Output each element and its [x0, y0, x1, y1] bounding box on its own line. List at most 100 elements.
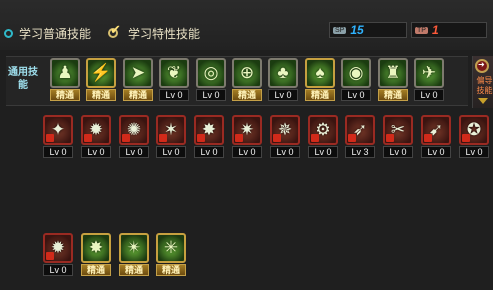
skill-icon-frame: ⚡	[86, 58, 116, 88]
skill-slot[interactable]: ✳ 精通	[156, 233, 186, 277]
class-skills-category-button[interactable]: 偏导技能	[472, 56, 493, 108]
skill-slot[interactable]: ⊕ 精通	[232, 58, 262, 102]
skill-slot[interactable]: ✪ Lv 0	[459, 115, 489, 159]
skill-slot[interactable]: ➤ 精通	[123, 58, 153, 102]
skill-slot[interactable]: ◎ Lv 0	[196, 58, 226, 102]
skill-icon-frame: ✶	[156, 115, 186, 145]
skill-slot[interactable]: ♟ 精通	[50, 58, 80, 102]
bow-icon: ➹	[428, 120, 444, 139]
skill-icon-frame: ➹	[421, 115, 451, 145]
skill-slot[interactable]: ♜ 精通	[378, 58, 408, 102]
skill-slot[interactable]: ✹ Lv 0	[81, 115, 111, 159]
vehicle-icon: ✹	[88, 120, 104, 139]
common-skills-category-label: 通用技能	[8, 67, 38, 91]
skill-level-label: Lv 0	[156, 146, 186, 158]
skill-icon-frame: ⚙	[308, 115, 338, 145]
skill-icon-frame: ♣	[268, 58, 298, 88]
skill-level-label: 精通	[50, 89, 80, 101]
dash-icon: ➤	[130, 63, 146, 82]
skill-slot[interactable]: ✵ Lv 0	[270, 115, 300, 159]
learn-trait-skills-label: 学习特性技能	[128, 27, 201, 41]
skill-slot[interactable]: ❦ Lv 0	[159, 58, 189, 102]
class-skills-category-label: 偏导技能	[476, 76, 493, 95]
skill-icon-frame: ❦	[159, 58, 189, 88]
learn-normal-skills-option[interactable]: 学习普通技能	[4, 25, 91, 42]
storm-icon: ✳	[163, 238, 179, 257]
spike-icon: ✷	[239, 120, 255, 139]
skill-slot[interactable]: ⚙ Lv 0	[308, 115, 338, 159]
skill-level-label: Lv 0	[43, 264, 73, 276]
skill-level-label: 精通	[305, 89, 335, 101]
skill-level-label: Lv 0	[308, 146, 338, 158]
skill-slot[interactable]: ✸ Lv 0	[194, 115, 224, 159]
starburst-icon: ✸	[88, 238, 104, 257]
skill-level-label: Lv 0	[414, 89, 444, 101]
learn-normal-skills-label: 学习普通技能	[19, 27, 92, 41]
skill-level-label: 精通	[156, 264, 186, 276]
skill-level-label: Lv 0	[159, 89, 189, 101]
radio-bullet-icon	[4, 29, 13, 38]
wings-icon: ❦	[166, 63, 182, 82]
triangle-down-icon	[478, 98, 488, 104]
swirl-icon: ✪	[466, 120, 482, 139]
skill-icon-frame: ♟	[50, 58, 80, 88]
skill-icon-frame: ✈	[414, 58, 444, 88]
skill-level-label: 精通	[119, 264, 149, 276]
skill-level-label: Lv 0	[268, 89, 298, 101]
skill-slot[interactable]: ✂ Lv 0	[383, 115, 413, 159]
skill-slot[interactable]: ➹ Lv 0	[421, 115, 451, 159]
skill-level-label: Lv 0	[459, 146, 489, 158]
skill-slot[interactable]: ✴ 精通	[119, 233, 149, 277]
skill-level-label: Lv 3	[345, 146, 375, 158]
skill-slot[interactable]: ◉ Lv 0	[341, 58, 371, 102]
skill-slot[interactable]: ✈ Lv 0	[414, 58, 444, 102]
skill-slot[interactable]: ✷ Lv 0	[232, 115, 262, 159]
skill-level-label: Lv 0	[43, 146, 73, 158]
scissors-icon: ✂	[390, 120, 406, 139]
skill-level-label: Lv 0	[196, 89, 226, 101]
skill-slot[interactable]: ➶ Lv 3	[345, 115, 375, 159]
tp-counter: TP 1	[411, 22, 487, 38]
armor-icon: ♜	[385, 63, 401, 82]
skill-icon-frame: ◎	[196, 58, 226, 88]
skill-slot[interactable]: ♠ 精通	[305, 58, 335, 102]
skill-icon-frame: ✵	[270, 115, 300, 145]
skill-icon-frame: ♠	[305, 58, 335, 88]
skill-level-label: Lv 0	[119, 146, 149, 158]
skill-slot[interactable]: ✸ 精通	[81, 233, 111, 277]
spark-icon: ✴	[126, 238, 142, 257]
skill-level-label: Lv 0	[421, 146, 451, 158]
skill-icon-frame: ➶	[345, 115, 375, 145]
skill-icon-frame: ✂	[383, 115, 413, 145]
crosshair-icon: ⊕	[239, 63, 255, 82]
skill-icon-frame: ◉	[341, 58, 371, 88]
fire-icon: ✸	[201, 120, 217, 139]
skill-slot[interactable]: ✹ Lv 0	[43, 233, 73, 277]
sp-tag: SP	[333, 26, 347, 34]
skill-icon-frame: ✸	[81, 233, 111, 263]
mushroom-icon: ♣	[277, 63, 289, 82]
skill-slot[interactable]: ✦ Lv 0	[43, 115, 73, 159]
skill-level-label: Lv 0	[270, 146, 300, 158]
cannon-icon: ✹	[50, 238, 66, 257]
skill-slot[interactable]: ♣ Lv 0	[268, 58, 298, 102]
arrow-icon	[475, 59, 489, 73]
target-icon: ◎	[203, 63, 219, 82]
slash-icon: ✶	[163, 120, 179, 139]
gear-shot-icon: ⚙	[315, 120, 331, 139]
skill-slot[interactable]: ✶ Lv 0	[156, 115, 186, 159]
sp-value: 15	[350, 23, 364, 37]
skill-icon-frame: ✹	[81, 115, 111, 145]
learn-trait-skills-option[interactable]: 学习特性技能	[108, 22, 201, 42]
radar-icon: ◉	[348, 63, 364, 82]
volley-icon: ➶	[352, 120, 368, 139]
skill-icon-frame: ✳	[156, 233, 186, 263]
skill-icon-frame: ✴	[119, 233, 149, 263]
skill-icon-frame: ➤	[123, 58, 153, 88]
skill-slot[interactable]: ✺ Lv 0	[119, 115, 149, 159]
skill-level-label: 精通	[86, 89, 116, 101]
tp-value: 1	[431, 23, 439, 37]
skill-icon-frame: ✸	[194, 115, 224, 145]
skill-slot[interactable]: ⚡ 精通	[86, 58, 116, 102]
skill-level-label: Lv 0	[232, 146, 262, 158]
